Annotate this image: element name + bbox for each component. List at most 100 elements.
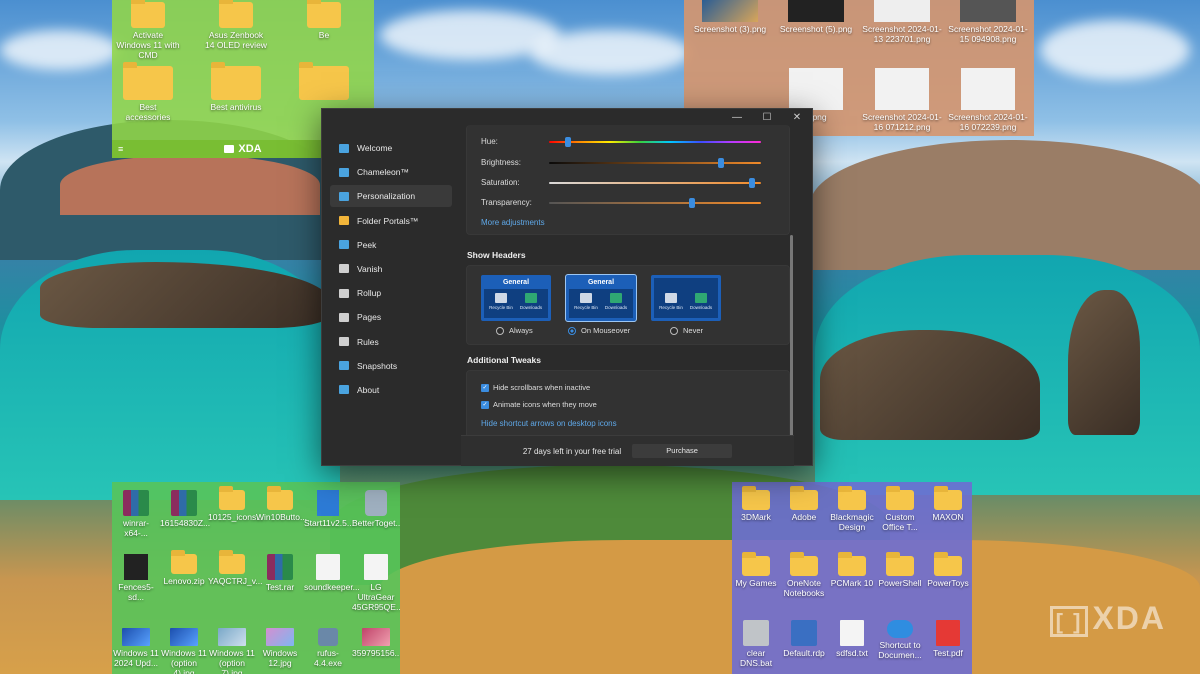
checkmark-icon[interactable]: ✓ [481, 383, 489, 392]
sidebar-item-folder-portals[interactable]: Folder Portals™ [330, 210, 452, 232]
sidebar-item-peek[interactable]: Peek [330, 234, 452, 256]
fence-bottom-right[interactable]: 3DMark Adobe Blackmagic Design Custom Of… [732, 482, 972, 674]
desktop-icon[interactable]: Windows 12.jpg [256, 628, 304, 669]
radio-button[interactable] [496, 326, 504, 335]
radio-always[interactable]: Always [496, 326, 533, 335]
sidebar-item-label: Vanish [357, 263, 383, 274]
checkmark-icon[interactable]: ✓ [481, 400, 489, 409]
desktop-icon[interactable]: MAXON [924, 486, 972, 523]
downloads-icon [610, 293, 622, 303]
image-icon [218, 628, 246, 646]
sidebar-item-vanish[interactable]: Vanish [330, 258, 452, 280]
desktop-icon[interactable]: LG UltraGear 45GR95QE... [352, 554, 400, 612]
desktop-icon[interactable] [292, 62, 356, 103]
radio-on-mouseover[interactable]: On Mouseover [568, 326, 630, 335]
transparency-slider[interactable] [549, 198, 761, 208]
desktop-icon[interactable]: Blackmagic Design [828, 486, 876, 533]
desktop-icon[interactable]: Win10Butto... [256, 486, 307, 523]
desktop-icon[interactable]: rufus-4.4.exe [304, 628, 352, 669]
desktop-icon[interactable]: Best accessories [116, 62, 180, 123]
desktop-icon[interactable]: Asus Zenbook 14 OLED review [204, 0, 268, 51]
more-adjustments-link[interactable]: More adjustments [481, 218, 545, 227]
checkbox-label: Animate icons when they move [493, 400, 597, 409]
desktop-icon[interactable]: Screenshot 2024-01-16 071212.png [862, 68, 942, 133]
downloads-icon [695, 293, 707, 303]
sidebar-item-rules[interactable]: Rules [330, 331, 452, 353]
desktop-icon[interactable]: 359795156... [352, 628, 400, 659]
sidebar-item-pages[interactable]: Pages [330, 306, 452, 328]
desktop-icon[interactable]: Screenshot 2024-01-13 223701.png [862, 0, 942, 45]
brightness-slider[interactable] [549, 158, 761, 168]
desktop-icon[interactable]: Custom Office T... [876, 486, 924, 533]
desktop-icon[interactable]: Best antivirus [204, 62, 268, 113]
checkbox-animate-icons[interactable]: ✓ Animate icons when they move [481, 400, 597, 409]
sidebar-item-welcome[interactable]: Welcome [330, 137, 452, 159]
sidebar-item-rollup[interactable]: Rollup [330, 282, 452, 304]
brightness-slider-thumb[interactable] [717, 158, 724, 168]
sidebar-item-label: Welcome [357, 143, 393, 153]
desktop-icon[interactable]: Lenovo.zip [160, 550, 208, 587]
desktop-icon[interactable]: PCMark 10 [828, 552, 876, 589]
desktop-icon[interactable]: Activate Windows 11 with CMD [116, 0, 180, 60]
scrollbar[interactable] [790, 235, 793, 461]
desktop-icon[interactable]: Screenshot (3).png [690, 0, 770, 35]
desktop-icon[interactable]: winrar-x64-... [112, 490, 160, 539]
header-preview-mouseover[interactable]: General Recycle Bin Downloads [566, 275, 636, 321]
menu-icon[interactable]: ≡ [118, 144, 123, 154]
radio-never[interactable]: Never [670, 326, 703, 335]
image-icon [362, 628, 390, 646]
desktop-icon[interactable]: Screenshot 2024-01-15 094908.png [948, 0, 1028, 45]
preview-item-label: Recycle Bin [489, 305, 513, 310]
desktop-icon[interactable]: Windows 11 (option 7).jpg [208, 628, 256, 674]
desktop-icon[interactable]: clear DNS.bat [732, 620, 780, 669]
sidebar: Welcome Chameleon™ Personalization Folde… [330, 137, 452, 403]
purchase-button[interactable]: Purchase [632, 444, 733, 458]
desktop-icon[interactable]: Windows 11 2024 Upd... [112, 628, 160, 669]
desktop-icon[interactable]: Default.rdp [780, 620, 828, 659]
desktop-icon[interactable]: Screenshot 2024-01-16 072239.png [948, 68, 1028, 133]
sidebar-item-about[interactable]: About [330, 379, 452, 401]
sidebar-item-personalization[interactable]: Personalization [330, 185, 452, 208]
desktop-icon-label: Windows 11 (option 7).jpg [209, 648, 255, 674]
image-thumbnail-icon [702, 0, 758, 22]
desktop-icon[interactable]: Shortcut to Documen... [876, 620, 924, 661]
desktop-icon[interactable]: soundkeeper... [304, 554, 360, 593]
sidebar-item-snapshots[interactable]: Snapshots [330, 355, 452, 377]
saturation-slider-thumb[interactable] [748, 178, 755, 188]
desktop-icon[interactable]: PowerShell [876, 552, 924, 589]
hue-slider[interactable] [549, 137, 761, 147]
desktop-icon[interactable]: 10125_icons... [208, 486, 263, 523]
hue-slider-thumb[interactable] [565, 137, 572, 147]
desktop-icon-label: Best accessories [125, 102, 171, 122]
desktop-icon[interactable]: OneNote Notebooks [780, 552, 828, 599]
fences-settings-window[interactable]: — ☐ ✕ Welcome Chameleon™ Personalization… [321, 108, 813, 466]
hide-shortcut-arrows-link[interactable]: Hide shortcut arrows on desktop icons [481, 419, 617, 428]
checkbox-hide-scrollbars[interactable]: ✓ Hide scrollbars when inactive [481, 383, 590, 392]
header-preview-never[interactable]: Recycle Bin Downloads [651, 275, 721, 321]
radio-button[interactable] [670, 326, 678, 335]
desktop-icon[interactable]: Start11v2.5... [304, 490, 354, 529]
desktop-icon[interactable]: YAQCTRJ_v... [208, 550, 262, 587]
desktop-icon[interactable]: sdfsd.txt [828, 620, 876, 659]
sidebar-item-chameleon[interactable]: Chameleon™ [330, 161, 452, 183]
desktop-icon[interactable]: Be [292, 0, 356, 41]
desktop-icon[interactable]: Screenshot (5).png [776, 0, 856, 35]
desktop-icon[interactable]: Fences5-sd... [112, 554, 160, 603]
desktop-icon[interactable]: 16154830Z... [160, 490, 210, 529]
radio-button[interactable] [568, 326, 576, 335]
image-thumbnail-icon [788, 0, 844, 22]
desktop-icon[interactable]: Test.pdf [924, 620, 972, 659]
header-preview-always[interactable]: General Recycle Bin Downloads [481, 275, 551, 321]
fence-bottom-left[interactable]: winrar-x64-... 16154830Z... 10125_icons.… [112, 482, 400, 674]
desktop-icon[interactable]: 3DMark [732, 486, 780, 523]
desktop-icon[interactable]: Test.rar [256, 554, 304, 593]
brightness-label: Brightness: [481, 158, 522, 167]
desktop-icon[interactable]: BetterToget... [352, 490, 400, 529]
desktop-icon[interactable]: Adobe [780, 486, 828, 523]
desktop-icon[interactable]: Windows 11 (option 4).jpg [160, 628, 208, 674]
desktop-icon[interactable]: My Games [732, 552, 780, 589]
transparency-slider-thumb[interactable] [689, 198, 696, 208]
saturation-slider[interactable] [549, 178, 761, 188]
folder-icon [299, 62, 349, 100]
desktop-icon[interactable]: PowerToys [924, 552, 972, 589]
